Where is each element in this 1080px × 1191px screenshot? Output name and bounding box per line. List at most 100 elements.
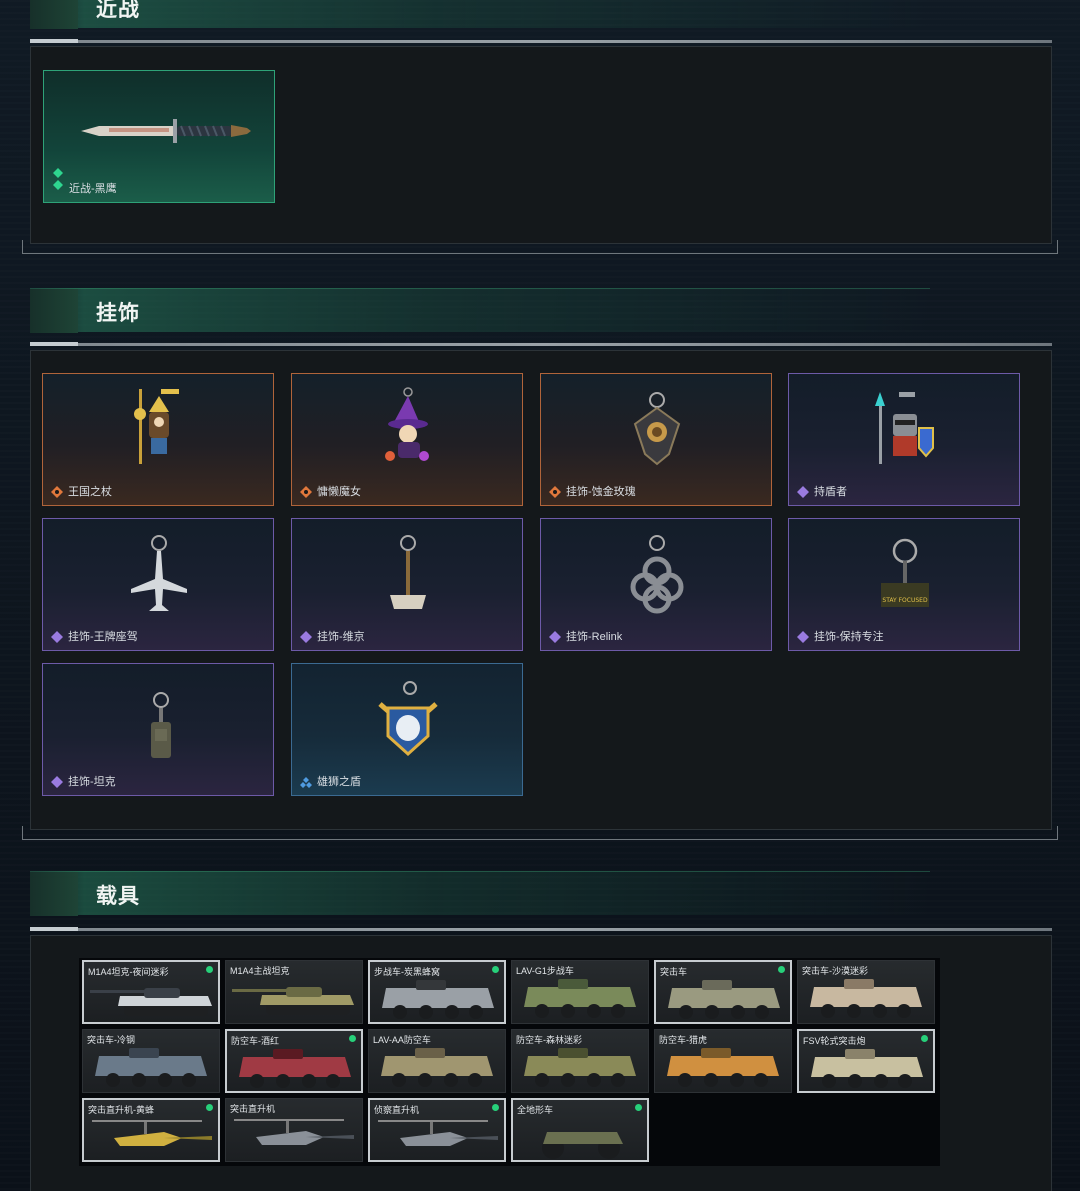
relink-charm-icon: [630, 535, 684, 614]
vehicle-card[interactable]: M1A4主战坦克: [225, 960, 363, 1024]
vehicle-icon: [524, 979, 636, 1018]
charm-label: 雄狮之盾: [317, 776, 361, 788]
tank-icon: [90, 988, 212, 1016]
melee-panel: 近战-黑鹰: [30, 46, 1052, 244]
charm-label: 挂饰-维京: [317, 631, 365, 643]
charm-card[interactable]: 挂饰-王牌座驾: [42, 518, 274, 651]
vehicle-card[interactable]: 突击直升机: [225, 1098, 363, 1162]
vehicle-icon: [239, 1049, 351, 1088]
rarity-purple-icon: [51, 631, 63, 643]
panel-bracket: [22, 826, 1058, 840]
rarity-purple-icon: [51, 776, 63, 788]
vehicle-card[interactable]: 全地形车: [511, 1098, 649, 1162]
section-header-melee: 近战: [30, 0, 930, 29]
helicopter-icon: [234, 1119, 354, 1145]
owned-indicator-icon: [492, 966, 499, 973]
vehicle-icon: [95, 1048, 207, 1087]
helicopter-icon: [378, 1120, 498, 1146]
charm-card[interactable]: 挂饰-Relink: [540, 518, 772, 651]
lion-shield-charm-icon: [378, 681, 438, 757]
lazy-witch-charm-icon: [385, 387, 429, 461]
vehicle-card[interactable]: 突击车: [654, 960, 792, 1024]
rarity-gem-icon: [52, 168, 64, 192]
section-divider: [30, 342, 1052, 346]
charm-card[interactable]: STAY FOCUSED 挂饰-保持专注: [788, 518, 1020, 651]
rarity-purple-icon: [300, 631, 312, 643]
vehicle-card[interactable]: 突击车-沙漠迷彩: [797, 960, 935, 1024]
vehicle-icon: [382, 980, 494, 1019]
section-title-melee: 近战: [96, 0, 140, 21]
section-tab-marker: [30, 872, 78, 916]
charm-card[interactable]: 王国之杖: [42, 373, 274, 506]
rarity-orange-icon: [300, 486, 312, 498]
owned-indicator-icon: [206, 1104, 213, 1111]
section-header-vehicles: 载具: [30, 871, 930, 916]
vehicle-card[interactable]: 突击直升机-黄蜂: [82, 1098, 220, 1162]
vehicle-card[interactable]: M1A4坦克-夜间迷彩: [82, 960, 220, 1024]
charm-card[interactable]: 慵懒魔女: [291, 373, 523, 506]
vehicle-card[interactable]: 突击车-冷钢: [82, 1029, 220, 1093]
stay-focused-text: STAY FOCUSED: [882, 597, 928, 604]
charm-card[interactable]: 挂饰-维京: [291, 518, 523, 651]
owned-indicator-icon: [921, 1035, 928, 1042]
vehicle-card[interactable]: 侦察直升机: [368, 1098, 506, 1162]
vehicle-card[interactable]: 防空车-森林迷彩: [511, 1029, 649, 1093]
vehicle-card[interactable]: LAV-G1步战车: [511, 960, 649, 1024]
owned-indicator-icon: [492, 1104, 499, 1111]
charm-card[interactable]: 持盾者: [788, 373, 1020, 506]
tank-icon: [232, 987, 354, 1015]
section-tab-marker: [30, 0, 78, 29]
charm-card[interactable]: 挂饰-坦克: [42, 663, 274, 796]
owned-indicator-icon: [349, 1035, 356, 1042]
vehicle-grid: M1A4坦克-夜间迷彩 M1A4主战坦克 步战车-炭黑蜂窝 LAV-G1步战车 突击车突…: [79, 958, 940, 1166]
stay-focused-charm-icon: STAY FOCUSED: [881, 538, 929, 607]
vehicle-icon: [810, 979, 922, 1018]
helicopter-icon: [92, 1120, 212, 1146]
vehicle-card[interactable]: 防空车-酒红: [225, 1029, 363, 1093]
section-header-charms: 挂饰: [30, 288, 930, 333]
charm-label: 挂饰-王牌座驾: [68, 631, 138, 643]
section-title-vehicles: 载具: [96, 885, 140, 908]
vehicle-card[interactable]: FSV轮式突击炮: [797, 1029, 935, 1093]
rarity-orange-icon: [549, 486, 561, 498]
charm-label: 挂饰-蚀金玫瑰: [566, 486, 636, 498]
charm-label: 持盾者: [814, 486, 847, 498]
vehicle-icon: [667, 1048, 779, 1087]
charm-label: 慵懒魔女: [317, 486, 361, 498]
charm-label: 挂饰-坦克: [68, 776, 116, 788]
charm-label: 王国之杖: [68, 486, 112, 498]
rarity-purple-icon: [797, 486, 809, 498]
vehicle-icon: [542, 1132, 623, 1159]
rarity-blue-icon: [300, 777, 312, 788]
charm-card[interactable]: 挂饰-蚀金玫瑰: [540, 373, 772, 506]
melee-card[interactable]: 近战-黑鹰: [43, 70, 275, 203]
vehicle-icon: [381, 1048, 493, 1087]
rarity-orange-icon: [51, 486, 63, 498]
owned-indicator-icon: [778, 966, 785, 973]
charm-card[interactable]: 雄狮之盾: [291, 663, 523, 796]
ace-jet-charm-icon: [131, 535, 187, 611]
vehicle-icon: [668, 980, 780, 1019]
section-tab-marker: [30, 289, 78, 333]
knife-icon: [81, 119, 251, 143]
charm-label: 挂饰-保持专注: [814, 631, 884, 643]
vehicle-icon: [811, 1049, 923, 1088]
shield-bearer-charm-icon: [875, 392, 934, 464]
section-divider: [30, 39, 1052, 43]
rarity-purple-icon: [549, 631, 561, 643]
royal-scepter-charm-icon: [134, 389, 179, 464]
panel-bracket: [22, 240, 1058, 254]
melee-item-label: 近战-黑鹰: [69, 183, 117, 195]
vehicle-icon: [524, 1048, 636, 1087]
owned-indicator-icon: [206, 966, 213, 973]
vehicle-card[interactable]: 步战车-炭黑蜂窝: [368, 960, 506, 1024]
vehicle-card[interactable]: LAV-AA防空车: [368, 1029, 506, 1093]
charm-label: 挂饰-Relink: [566, 631, 623, 643]
section-divider: [30, 927, 1052, 931]
viking-hammer-charm-icon: [390, 535, 426, 609]
tank-charm-icon: [151, 692, 171, 758]
gilded-rose-charm-icon: [633, 392, 681, 466]
section-title-charms: 挂饰: [96, 302, 140, 325]
vehicle-card[interactable]: 防空车-猎虎: [654, 1029, 792, 1093]
rarity-purple-icon: [797, 631, 809, 643]
